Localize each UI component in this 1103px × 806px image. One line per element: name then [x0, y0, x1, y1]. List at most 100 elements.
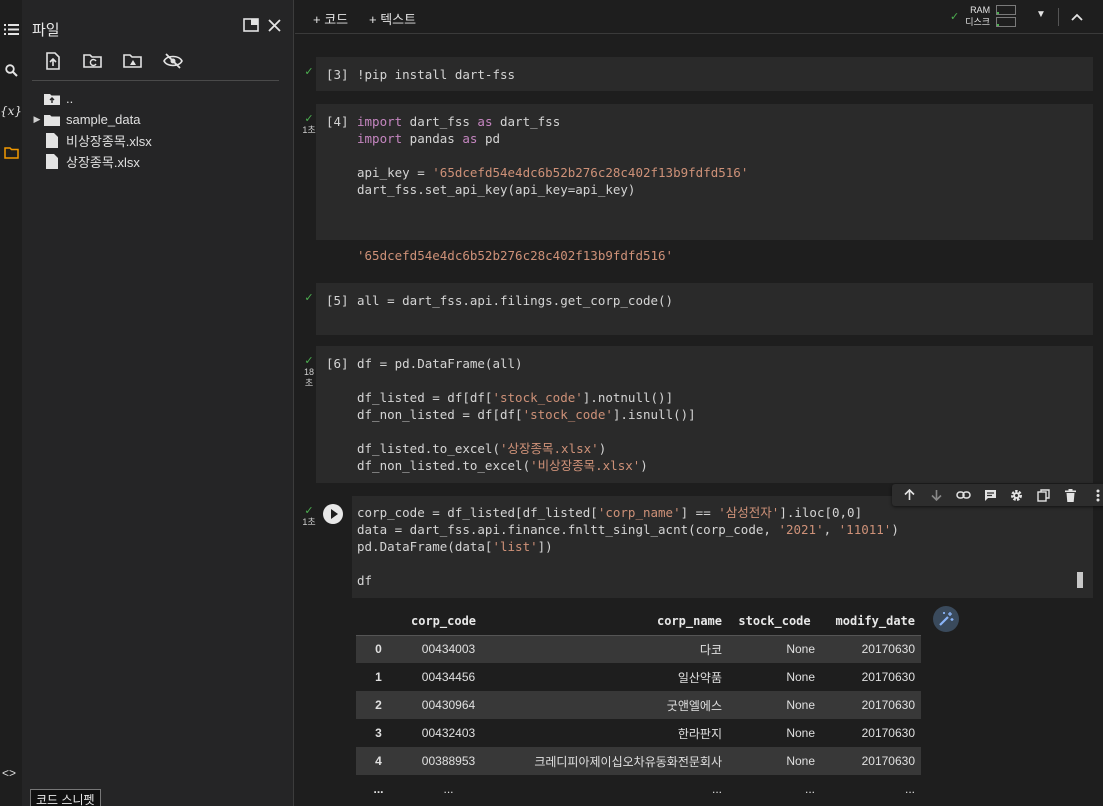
variables-icon[interactable]: {x} — [0, 99, 22, 123]
code-token: df = pd.DataFrame(all) — [357, 356, 523, 371]
execution-count: [6] — [326, 356, 349, 371]
cell-toolbar — [892, 484, 1103, 506]
tree-item-listed-xlsx[interactable]: 상장종목.xlsx — [30, 151, 293, 172]
run-cell-button[interactable] — [323, 504, 343, 524]
folder-icon[interactable] — [0, 141, 22, 165]
code-snippets-icon[interactable]: <> — [2, 766, 16, 780]
table-cell: 20170630 — [821, 635, 921, 663]
resource-monitor[interactable]: ✓ RAM 디스크 — [950, 4, 1017, 28]
gear-icon[interactable] — [1008, 486, 1026, 504]
row-index: 3 — [375, 726, 382, 740]
link-icon[interactable] — [954, 486, 972, 504]
cell-code[interactable]: import dart_fss as dart_fss import panda… — [357, 113, 748, 198]
code-token: '65dcefd54e4dc6b52b276c28c402f13b9fdfd51… — [432, 165, 749, 180]
add-text-button[interactable]: + 텍스트 — [369, 9, 416, 28]
table-cell: 00388953 — [401, 747, 496, 775]
code-token: 'list' — [492, 539, 538, 554]
code-cell-active[interactable]: corp_code = df_listed[df_listed['corp_na… — [316, 484, 1103, 806]
move-down-icon[interactable] — [927, 486, 945, 504]
code-token: df_listed.to_excel( — [357, 441, 500, 456]
code-cell[interactable]: [6] df = pd.DataFrame(all) df_listed = d… — [316, 346, 1093, 483]
success-check-icon: ✓ — [304, 66, 314, 78]
chevron-right-icon[interactable]: ▶ — [30, 114, 44, 125]
code-cell[interactable]: [4] import dart_fss as dart_fss import p… — [316, 104, 1093, 240]
row-index: 4 — [356, 747, 401, 775]
table-cell: 20170630 — [821, 747, 921, 775]
move-up-icon[interactable] — [900, 486, 918, 504]
tree-item-sample-data[interactable]: ▶ sample_data — [30, 109, 293, 130]
ram-label: RAM — [970, 5, 991, 15]
dataframe-table: corp_code corp_name stock_code modify_da… — [356, 608, 921, 803]
chevron-up-icon[interactable] — [1067, 7, 1087, 27]
tree-item-parent[interactable]: .. — [30, 88, 293, 109]
column-header: corp_code — [401, 608, 496, 636]
code-token: ) — [598, 441, 607, 456]
code-token: ].notnull()] — [582, 390, 674, 405]
toc-icon[interactable] — [0, 17, 22, 41]
code-token: ) — [640, 458, 648, 473]
code-cell[interactable]: [3] !pip install dart-fss — [316, 57, 1093, 91]
disk-bar — [996, 17, 1017, 27]
run-time: 1초 — [302, 125, 316, 135]
editor-scrollbar[interactable] — [1077, 572, 1083, 588]
code-cell[interactable]: [5] all = dart_fss.api.filings.get_corp_… — [316, 283, 1093, 335]
cell-status: ✓ 1초 — [301, 114, 317, 136]
column-header: stock_code — [728, 608, 821, 636]
code-token: dart_fss.set_api_key(api_key=api_key) — [357, 182, 636, 197]
code-token: api_key = — [357, 165, 433, 180]
cell-status: ✓ — [301, 67, 317, 78]
table-header-row: corp_code corp_name stock_code modify_da… — [356, 608, 921, 636]
tree-item-label: 비상장종목.xlsx — [66, 134, 152, 149]
cell-editor[interactable]: corp_code = df_listed[df_listed['corp_na… — [352, 496, 1093, 598]
ram-bar — [996, 5, 1017, 15]
code-token: 'corp_name' — [597, 505, 681, 520]
cell-code[interactable]: !pip install dart-fss — [357, 66, 515, 83]
tree-item-label: sample_data — [66, 112, 141, 127]
table-row: 1 00434456 일산약품 None 20170630 — [356, 663, 921, 691]
notebook-toolbar: + 코드 + 텍스트 ✓ RAM 디스크 ▼ — [295, 0, 1103, 34]
magic-wand-icon[interactable] — [933, 606, 959, 632]
table-cell: None — [786, 670, 815, 684]
table-cell: 굿앤엘에스 — [496, 691, 728, 719]
hide-files-icon[interactable] — [162, 50, 184, 72]
connected-check-icon: ✓ — [950, 10, 960, 23]
search-icon[interactable] — [0, 58, 22, 82]
file-tree: .. ▶ sample_data 비상장종목.xlsx 상장종목.xlsx — [30, 88, 293, 172]
success-check-icon: ✓ — [304, 113, 314, 125]
cell-code[interactable]: all = dart_fss.api.filings.get_corp_code… — [357, 292, 673, 309]
code-token: dart_fss — [492, 114, 561, 129]
upload-file-icon[interactable] — [42, 50, 64, 72]
code-token: import — [357, 114, 403, 129]
tree-item-label: 상장종목.xlsx — [66, 155, 140, 170]
cell-code[interactable]: corp_code = df_listed[df_listed['corp_na… — [357, 504, 899, 589]
code-token: '비상장종목.xlsx' — [530, 458, 641, 473]
row-index: 1 — [375, 670, 382, 684]
code-token: '11011' — [838, 522, 892, 537]
tree-item-unlisted-xlsx[interactable]: 비상장종목.xlsx — [30, 130, 293, 151]
more-options-icon[interactable] — [1089, 486, 1103, 504]
open-in-tab-icon[interactable] — [240, 14, 262, 36]
table-cell: ... — [443, 782, 454, 796]
mirror-cell-icon[interactable] — [1035, 486, 1053, 504]
refresh-folder-icon[interactable] — [82, 50, 104, 72]
code-token: 'stock_code' — [522, 407, 613, 422]
mount-drive-icon[interactable] — [122, 50, 144, 72]
close-icon[interactable] — [263, 14, 285, 36]
code-token: ].iloc[0,0] — [779, 505, 863, 520]
code-token: df_non_listed = df[df[ — [357, 407, 523, 422]
delete-icon[interactable] — [1062, 486, 1080, 504]
comment-icon[interactable] — [981, 486, 999, 504]
table-row: 2 00430964 굿앤엘에스 None 20170630 — [356, 691, 921, 719]
code-token: as — [477, 114, 493, 129]
table-cell: None — [728, 691, 821, 719]
folder-icon — [44, 114, 60, 126]
code-token: pandas — [402, 131, 463, 146]
table-cell: 크레디피아제이십오차유동화전문회사 — [496, 747, 728, 775]
execution-count: [5] — [326, 293, 349, 308]
chevron-down-icon[interactable]: ▼ — [1036, 9, 1046, 20]
add-code-button[interactable]: + 코드 — [313, 9, 348, 28]
run-time: 18 초 — [303, 367, 314, 388]
cell-code[interactable]: df = pd.DataFrame(all) df_listed = df[df… — [357, 355, 696, 474]
cell-status: ✓ 18 초 — [301, 356, 317, 389]
notebook-area: + 코드 + 텍스트 ✓ RAM 디스크 ▼ ✓ [3] !pip instal… — [295, 0, 1103, 806]
